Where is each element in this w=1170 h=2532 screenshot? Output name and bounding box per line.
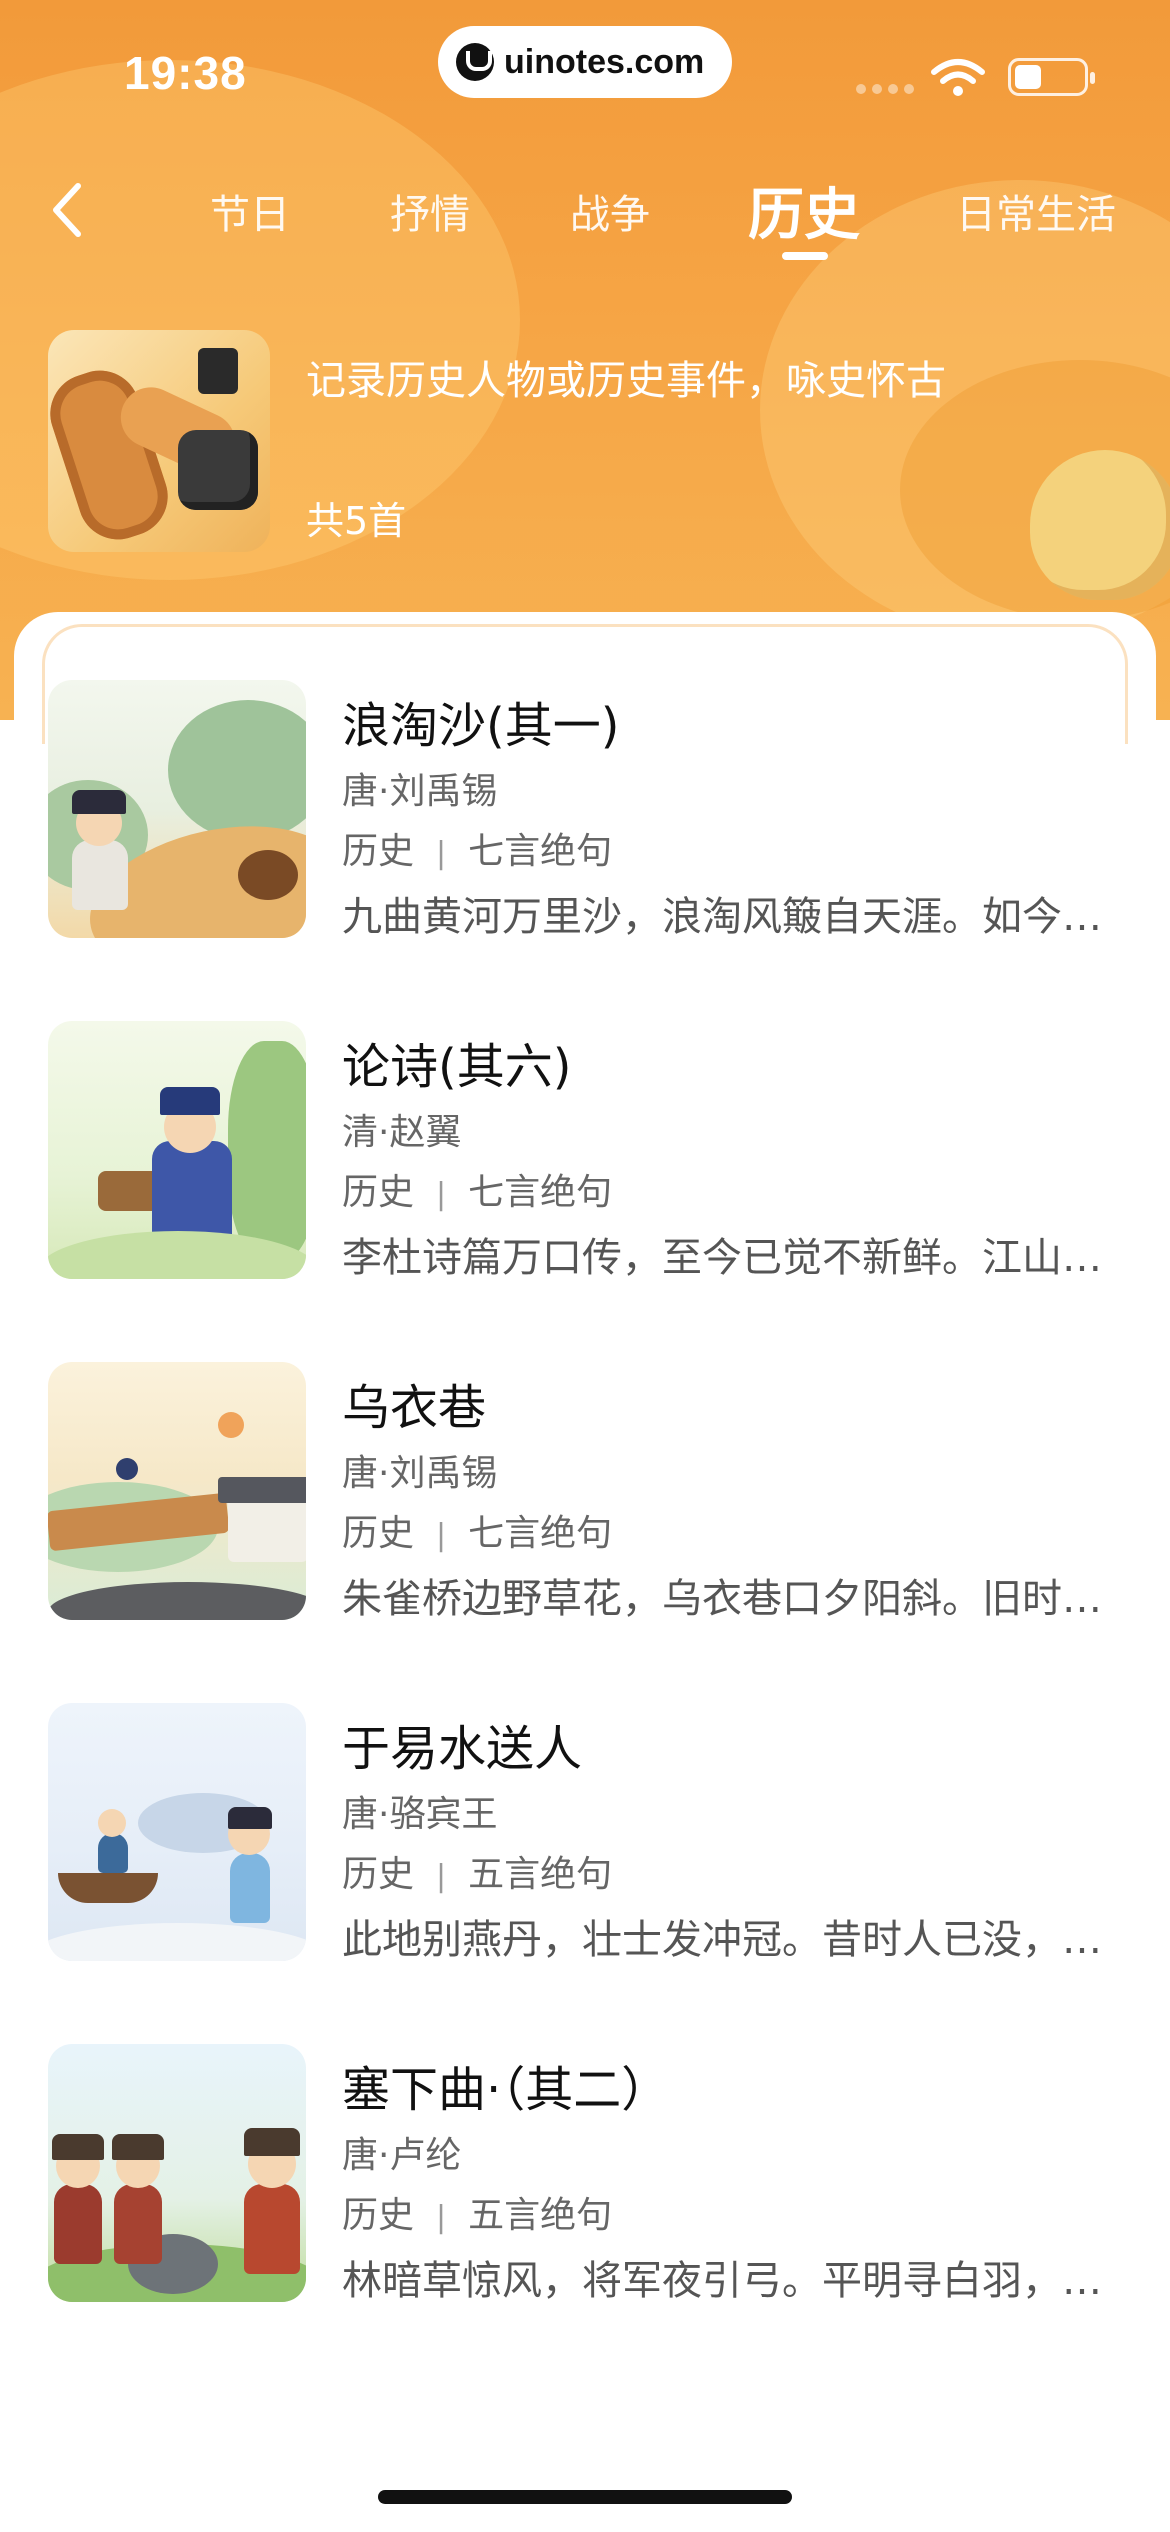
poem-tag: 历史 (342, 1172, 415, 1213)
poem-excerpt: 九曲黄河万里沙，浪淘风簸自天涯。如今直上银河去，同到牵牛织女家。 (342, 894, 1102, 940)
category-description: 记录历史人物或历史事件，咏史怀古 (306, 358, 946, 404)
url-pill: uinotes.com (438, 26, 732, 98)
poem-tag: 历史 (342, 2195, 415, 2236)
poem-author: 唐·骆宾王 (342, 1794, 498, 1835)
active-tab-indicator (782, 252, 828, 260)
poem-tag: 历史 (342, 1513, 415, 1554)
poem-tags: 历史 | 五言绝句 (342, 1854, 613, 1895)
poem-title: 论诗(其六) (342, 1039, 572, 1095)
poem-author: 唐·刘禹锡 (342, 1453, 498, 1494)
category-summary: 记录历史人物或历史事件，咏史怀古 共5首 (0, 330, 1170, 560)
poem-form: 五言绝句 (468, 1854, 613, 1895)
poem-thumbnail (48, 2044, 306, 2302)
poem-tags: 历史 | 七言绝句 (342, 1172, 613, 1213)
poem-author: 唐·刘禹锡 (342, 771, 498, 812)
home-indicator[interactable] (378, 2490, 792, 2504)
poem-title: 乌衣巷 (342, 1380, 487, 1436)
poem-tag: 历史 (342, 831, 415, 872)
uinotes-logo-icon (456, 43, 494, 81)
wifi-icon (931, 59, 985, 96)
tab-daily-life[interactable]: 日常生活 (956, 182, 1116, 240)
poem-thumbnail (48, 1362, 306, 1620)
list-item[interactable]: 浪淘沙(其一) 唐·刘禹锡 历史 | 七言绝句 九曲黄河万里沙，浪淘风簸自天涯。如今… (0, 680, 1170, 950)
category-image (48, 330, 270, 552)
status-time: 19:38 (124, 47, 247, 99)
poem-form: 七言绝句 (468, 1513, 613, 1554)
category-tabs: 节日 抒情 战争 历史 日常生活 (0, 160, 1170, 270)
tab-festival[interactable]: 节日 (210, 182, 290, 240)
poem-tag: 历史 (342, 1854, 415, 1895)
poem-thumbnail (48, 680, 306, 938)
cellular-signal-icon (856, 84, 914, 94)
poem-author: 清·赵翼 (342, 1112, 462, 1153)
poem-form: 七言绝句 (468, 1172, 613, 1213)
battery-icon (1008, 58, 1095, 96)
poem-title: 塞下曲·（其二） (342, 2062, 670, 2118)
tab-war[interactable]: 战争 (570, 182, 650, 240)
poem-thumbnail (48, 1703, 306, 1961)
status-bar: 19:38 uinotes.com (0, 0, 1170, 140)
poem-title: 浪淘沙(其一) (342, 698, 620, 754)
chevron-left-icon[interactable] (48, 180, 88, 240)
poem-excerpt: 林暗草惊风，将军夜引弓。平明寻白羽，没在石棱中。 (342, 2258, 1102, 2304)
poem-tags: 历史 | 七言绝句 (342, 1513, 613, 1554)
list-item[interactable]: 乌衣巷 唐·刘禹锡 历史|七言绝句 朱雀桥边野草花，乌衣巷口夕阳斜。旧时王谢堂前… (0, 1362, 1170, 1632)
tab-lyric[interactable]: 抒情 (390, 182, 470, 240)
url-text: uinotes.com (504, 42, 705, 81)
poem-excerpt: 此地别燕丹，壮士发冲冠。昔时人已没，今日水犹寒。 (342, 1917, 1102, 1963)
list-item[interactable]: 塞下曲·（其二） 唐·卢纶 历史 | 五言绝句 林暗草惊风，将军夜引弓。平明寻白羽，… (0, 2044, 1170, 2314)
poem-form: 五言绝句 (468, 2195, 613, 2236)
poem-title: 于易水送人 (342, 1721, 583, 1777)
poem-excerpt: 朱雀桥边野草花，乌衣巷口夕阳斜。旧时王谢堂前燕，飞入寻常百姓家。 (342, 1576, 1102, 1622)
poem-author: 唐·卢纶 (342, 2135, 462, 2176)
tab-history[interactable]: 历史 (748, 170, 860, 251)
poem-excerpt: 李杜诗篇万口传，至今已觉不新鲜。江山代有才人出，各领风骚数百年。 (342, 1235, 1102, 1281)
list-item[interactable]: 于易水送人 唐·骆宾王 历史|五言绝句 此地别燕丹，壮士发冲冠。昔时人已没，今日… (0, 1703, 1170, 1973)
poem-count: 共5首 (306, 499, 407, 543)
list-item[interactable]: 论诗(其六) 清·赵翼 历史|七言绝句 李杜诗篇万口传，至今已觉不新鲜。江山代有… (0, 1021, 1170, 1291)
poem-thumbnail (48, 1021, 306, 1279)
poem-form: 七言绝句 (468, 831, 613, 872)
poem-tags: 历史 | 七言绝句 (342, 831, 613, 872)
poem-tags: 历史 | 五言绝句 (342, 2195, 613, 2236)
